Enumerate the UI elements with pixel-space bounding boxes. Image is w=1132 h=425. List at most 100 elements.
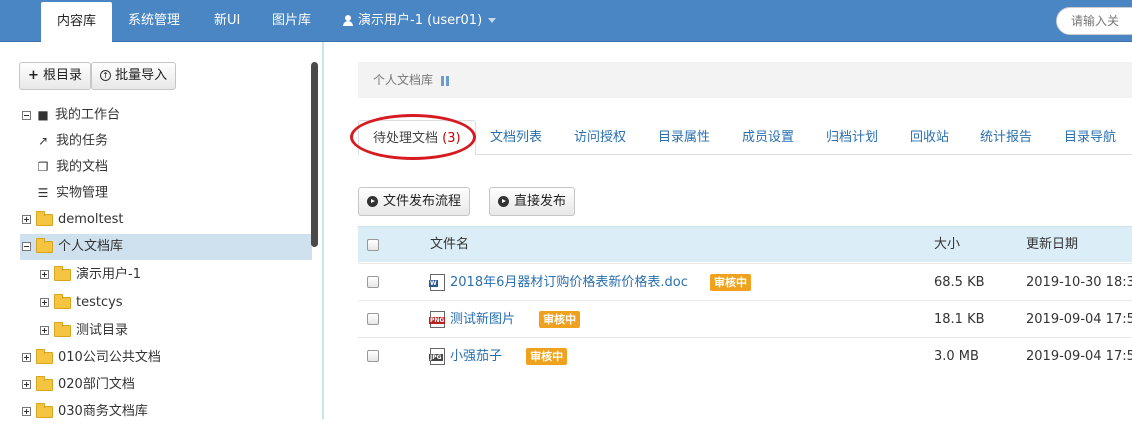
- user-icon: [343, 15, 353, 26]
- status-badge: 审核中: [709, 274, 751, 291]
- publish-flow-button[interactable]: 文件发布流程: [358, 187, 471, 216]
- tree-item-demo-user[interactable]: 演示用户-1: [40, 262, 141, 288]
- tree-item-business-docs[interactable]: 030商务文档库: [22, 399, 148, 425]
- tree-item-workbench[interactable]: ■ 我的工作台: [22, 102, 120, 128]
- row-checkbox[interactable]: [367, 313, 379, 325]
- file-updated: 2019-09-04 17:5: [1026, 349, 1132, 364]
- list-icon: ☰: [37, 186, 49, 200]
- batch-import-label: 批量导入: [115, 68, 168, 83]
- tab-document-list[interactable]: 文档列表: [490, 120, 542, 155]
- tree-item-testcys[interactable]: testcys: [40, 290, 123, 316]
- highlight-annotation: [350, 114, 476, 160]
- expand-icon[interactable]: [40, 270, 49, 279]
- sidebar-scrollbar[interactable]: [311, 62, 318, 247]
- nav-image-library[interactable]: 图片库: [272, 0, 311, 42]
- file-size: 3.0 MB: [934, 349, 979, 364]
- status-badge: 审核中: [539, 311, 581, 328]
- upload-circle-icon: ↑: [100, 70, 111, 81]
- user-menu[interactable]: 演示用户-1 (user01): [343, 0, 497, 42]
- file-name-link[interactable]: 小强茄子: [450, 349, 502, 364]
- tab-access-authorization[interactable]: 访问授权: [574, 120, 626, 155]
- folder-icon: [36, 375, 53, 391]
- jpg-file-icon: JPG: [429, 348, 445, 365]
- collapse-icon[interactable]: [22, 242, 31, 251]
- nav-content-library[interactable]: 内容库: [41, 2, 112, 42]
- root-directory-button[interactable]: + 根目录: [19, 62, 92, 90]
- file-name-link[interactable]: 测试新图片: [450, 312, 515, 327]
- play-circle-icon: [367, 196, 378, 207]
- search-input[interactable]: [1056, 7, 1132, 35]
- qrcode-icon[interactable]: [441, 75, 452, 86]
- briefcase-icon: ■: [37, 108, 49, 122]
- row-checkbox[interactable]: [367, 276, 379, 288]
- file-cell: W 2018年6月器材订购价格表新价格表.doc 审核中: [429, 264, 751, 301]
- direct-publish-button[interactable]: 直接发布: [489, 187, 576, 216]
- expand-icon[interactable]: [22, 407, 31, 416]
- file-size: 18.1 KB: [934, 312, 985, 327]
- status-badge: 审核中: [526, 348, 568, 365]
- file-size: 68.5 KB: [934, 275, 985, 290]
- tree-item-label: 我的任务: [56, 133, 109, 149]
- tab-directory-properties[interactable]: 目录属性: [658, 120, 710, 155]
- plus-icon: +: [28, 68, 39, 83]
- table-row: PNG 测试新图片 审核中 18.1 KB 2019-09-04 17:5: [358, 300, 1132, 337]
- nav-system-management[interactable]: 系统管理: [128, 0, 180, 42]
- table-header: 文件名 大小 更新日期: [358, 226, 1132, 262]
- collapse-icon[interactable]: [22, 110, 31, 120]
- batch-import-button[interactable]: ↑ 批量导入: [91, 62, 177, 90]
- tree-item-label: 演示用户-1: [76, 267, 141, 282]
- tree-item-label: 个人文档库: [58, 239, 124, 254]
- tab-statistics-report[interactable]: 统计报告: [980, 120, 1032, 155]
- header-size[interactable]: 大小: [934, 227, 960, 263]
- file-updated: 2019-09-04 17:5: [1026, 312, 1132, 327]
- tree-item-label: 030商务文档库: [58, 404, 148, 419]
- tree-item-demoltest[interactable]: demoltest: [22, 207, 123, 233]
- header-filename[interactable]: 文件名: [430, 227, 469, 263]
- copy-icon: ❐: [37, 160, 49, 174]
- file-updated: 2019-10-30 18:3: [1026, 275, 1132, 290]
- tree-item-label: 010公司公共文档: [58, 350, 161, 365]
- tree-item-company-docs[interactable]: 010公司公共文档: [22, 345, 161, 371]
- expand-icon[interactable]: [40, 298, 49, 307]
- file-name-link[interactable]: 2018年6月器材订购价格表新价格表.doc: [450, 275, 688, 290]
- expand-icon[interactable]: [40, 326, 49, 335]
- expand-icon[interactable]: [22, 353, 31, 362]
- tab-archive-plan[interactable]: 归档计划: [826, 120, 878, 155]
- file-cell: JPG 小强茄子 审核中: [429, 338, 568, 375]
- tree-item-my-tasks[interactable]: ↗ 我的任务: [36, 128, 108, 154]
- root-button-label: 根目录: [43, 68, 83, 83]
- direct-publish-label: 直接发布: [514, 194, 567, 209]
- tab-recycle-bin[interactable]: 回收站: [910, 120, 949, 155]
- tab-member-settings[interactable]: 成员设置: [742, 120, 794, 155]
- expand-icon[interactable]: [22, 215, 31, 224]
- tree-item-personal-library[interactable]: 个人文档库: [20, 234, 312, 260]
- png-file-icon: PNG: [429, 311, 446, 328]
- tree-item-label: 实物管理: [56, 185, 109, 201]
- tree-item-asset-management[interactable]: ☰ 实物管理: [36, 180, 108, 206]
- tree-item-test-directory[interactable]: 测试目录: [40, 318, 128, 344]
- publish-flow-label: 文件发布流程: [383, 194, 462, 209]
- row-checkbox[interactable]: [367, 350, 379, 362]
- tab-directory-navigation[interactable]: 目录导航: [1064, 120, 1116, 155]
- folder-icon: [54, 321, 71, 337]
- tree-item-label: 测试目录: [76, 323, 129, 338]
- breadcrumb-label: 个人文档库: [373, 73, 434, 87]
- select-all-checkbox[interactable]: [367, 239, 379, 251]
- header-updated[interactable]: 更新日期: [1026, 227, 1078, 263]
- tree-item-my-documents[interactable]: ❐ 我的文档: [36, 154, 108, 180]
- tree-item-label: 我的文档: [56, 159, 109, 175]
- expand-icon[interactable]: [22, 380, 31, 389]
- tree-item-department-docs[interactable]: 020部门文档: [22, 372, 135, 398]
- top-nav-bar: 内容库 系统管理 新UI 图片库 演示用户-1 (user01): [0, 0, 1132, 42]
- user-name: 演示用户-1 (user01): [358, 13, 483, 28]
- table-row: JPG 小强茄子 审核中 3.0 MB 2019-09-04 17:5: [358, 337, 1132, 374]
- folder-icon: [36, 210, 53, 226]
- folder-icon: [54, 293, 71, 309]
- folder-icon: [36, 348, 53, 364]
- folder-icon: [36, 402, 53, 418]
- caret-down-icon: [488, 18, 497, 23]
- tree-item-label: testcys: [76, 295, 123, 310]
- tree-item-label: 我的工作台: [55, 107, 121, 123]
- tree-item-label: 020部门文档: [58, 377, 135, 392]
- nav-new-ui[interactable]: 新UI: [214, 0, 240, 42]
